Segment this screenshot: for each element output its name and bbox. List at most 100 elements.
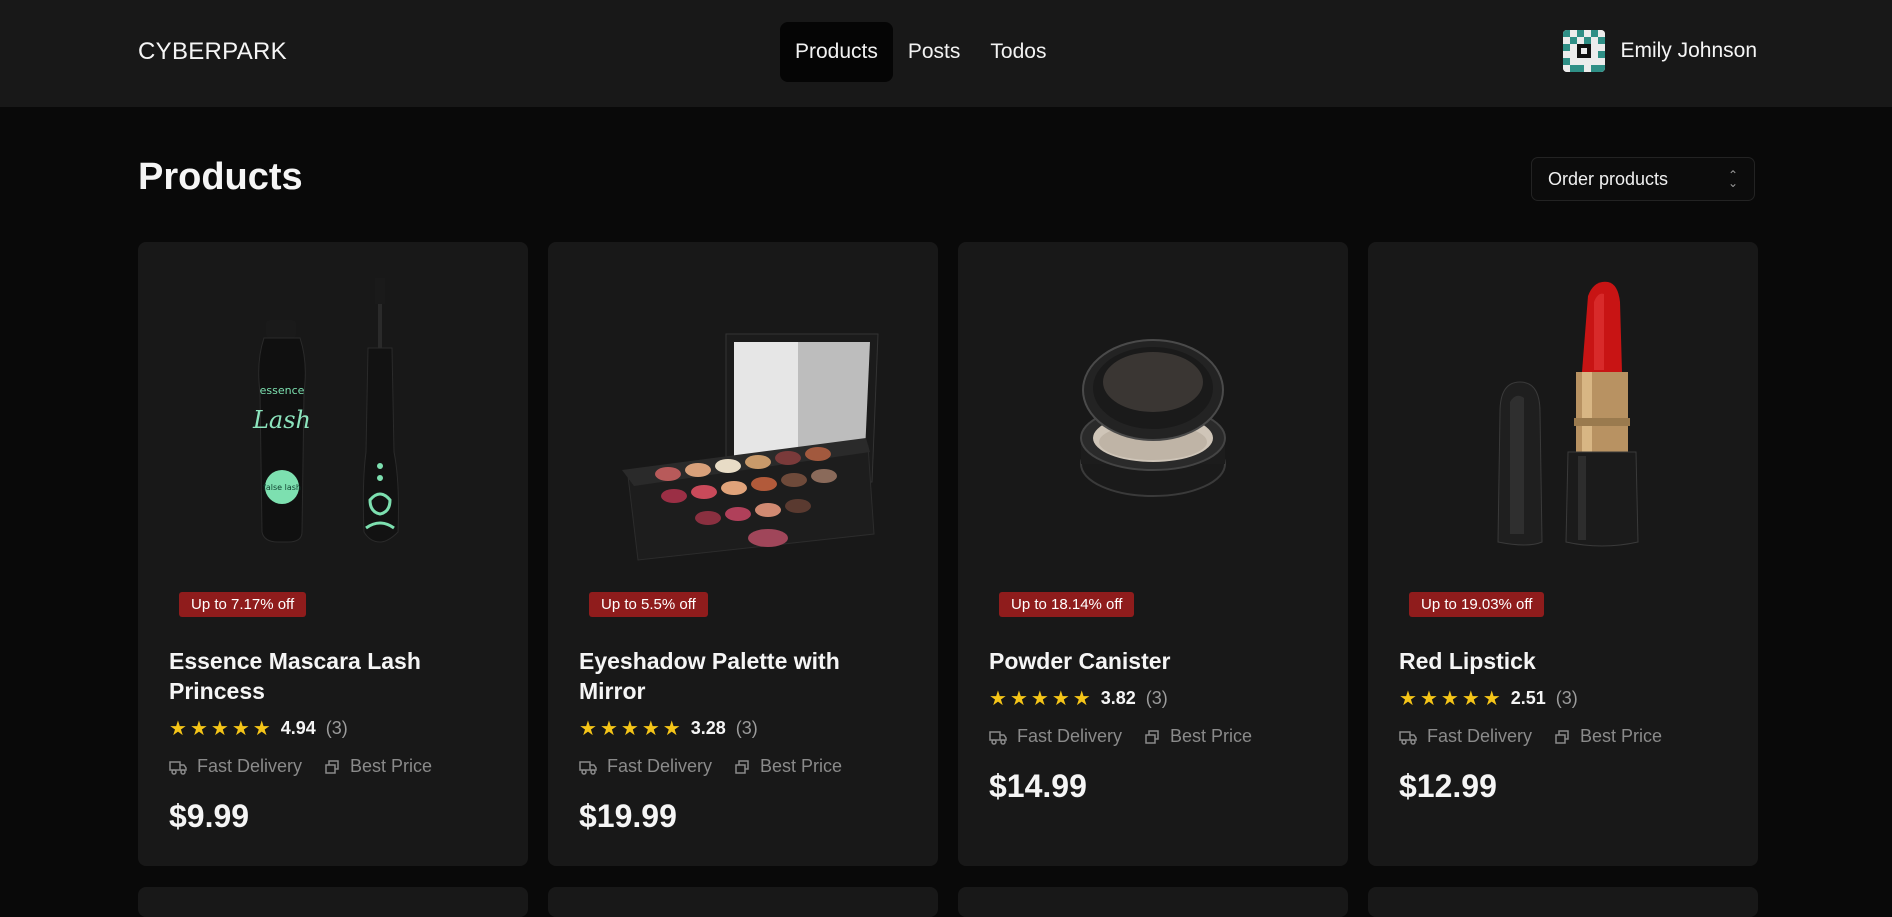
top-navbar: CYBERPARK Products Posts Todos Emily Joh… xyxy=(0,0,1892,107)
svg-text:essence: essence xyxy=(260,384,305,397)
rating-row: ★ ★ ★ ★ ★ 2.51 (3) xyxy=(1399,688,1578,709)
product-image-lipstick[interactable] xyxy=(1368,242,1758,572)
main-nav: Products Posts Todos xyxy=(780,22,1061,82)
feature-label: Fast Delivery xyxy=(1017,726,1123,746)
feature-label: Fast Delivery xyxy=(607,756,713,776)
rating-row: ★ ★ ★ ★ ★ 3.82 (3) xyxy=(989,688,1168,709)
feature-fast-delivery: Fast Delivery xyxy=(169,756,302,777)
avatar[interactable] xyxy=(1563,30,1606,72)
price-tag-icon xyxy=(1555,729,1569,744)
star-icon: ★ xyxy=(1461,687,1480,710)
price-tag-icon xyxy=(325,759,339,774)
product-title[interactable]: Powder Canister xyxy=(989,646,1319,676)
order-select-label: Order products xyxy=(1548,168,1669,189)
discount-badge: Up to 19.03% off xyxy=(1409,592,1545,617)
star-icon: ★ xyxy=(1399,687,1417,710)
feature-label: Best Price xyxy=(350,756,433,776)
product-price: $14.99 xyxy=(989,768,1087,804)
star-icon: ★ xyxy=(1030,687,1049,710)
nav-todos[interactable]: Todos xyxy=(975,22,1061,82)
star-icon: ★ xyxy=(641,717,660,740)
product-card[interactable]: essence Lash false lash Up to 7.17% off … xyxy=(138,242,528,866)
star-icon: ★ xyxy=(1419,687,1438,710)
product-price: $19.99 xyxy=(579,798,677,834)
product-image-mascara[interactable]: essence Lash false lash xyxy=(138,242,528,572)
product-card[interactable]: Up to 18.14% off Powder Canister ★ ★ ★ ★ ★ 3… xyxy=(958,242,1348,866)
star-icon: ★ xyxy=(1051,687,1070,710)
star-icon: ★ xyxy=(1440,687,1459,710)
price-tag-icon xyxy=(735,759,749,774)
feature-best-price: Best Price xyxy=(1554,726,1662,747)
star-icon: ★ xyxy=(579,717,597,740)
feature-best-price: Best Price xyxy=(734,756,842,777)
product-title[interactable]: Essence Mascara Lash Princess xyxy=(169,646,499,706)
review-count: (3) xyxy=(1555,688,1578,708)
product-title[interactable]: Eyeshadow Palette with Mirror xyxy=(579,646,909,706)
product-price: $12.99 xyxy=(1399,768,1497,804)
star-icon: ★ xyxy=(599,717,618,740)
user-name[interactable]: Emily Johnson xyxy=(1620,39,1757,63)
feature-fast-delivery: Fast Delivery xyxy=(1399,726,1532,747)
truck-icon xyxy=(579,760,597,775)
star-icon: ★ xyxy=(620,717,639,740)
product-card[interactable]: Up to 5.5% off Eyeshadow Palette with Mi… xyxy=(548,242,938,866)
star-icon: ★ xyxy=(989,687,1007,710)
rating-value: 4.94 xyxy=(280,718,316,738)
discount-badge: Up to 5.5% off xyxy=(589,592,708,617)
discount-badge: Up to 7.17% off xyxy=(179,592,307,617)
truck-icon xyxy=(169,760,187,775)
product-features: Fast Delivery Best Price xyxy=(169,756,432,777)
brand-logo[interactable]: CYBERPARK xyxy=(138,38,287,66)
review-count: (3) xyxy=(1145,688,1168,708)
feature-fast-delivery: Fast Delivery xyxy=(579,756,712,777)
star-rating: ★ ★ ★ ★ ★ xyxy=(579,719,681,739)
star-icon: ★ xyxy=(252,717,271,740)
star-icon: ★ xyxy=(1482,687,1501,710)
product-features: Fast Delivery Best Price xyxy=(579,756,842,777)
star-icon: ★ xyxy=(210,717,229,740)
user-menu[interactable]: Emily Johnson xyxy=(1563,30,1757,72)
star-icon: ★ xyxy=(1072,687,1091,710)
star-icon: ★ xyxy=(231,717,250,740)
truck-icon xyxy=(989,730,1007,745)
star-icon: ★ xyxy=(662,717,681,740)
nav-products[interactable]: Products xyxy=(780,22,893,82)
rating-value: 3.82 xyxy=(1100,688,1136,708)
rating-value: 3.28 xyxy=(690,718,726,738)
feature-best-price: Best Price xyxy=(324,756,432,777)
star-icon: ★ xyxy=(189,717,208,740)
product-card-peek xyxy=(548,887,938,917)
product-card-peek xyxy=(958,887,1348,917)
feature-label: Best Price xyxy=(760,756,843,776)
product-image-powder-compact[interactable] xyxy=(958,242,1348,572)
feature-label: Fast Delivery xyxy=(1427,726,1533,746)
page-title: Products xyxy=(138,156,303,198)
product-card-peek xyxy=(138,887,528,917)
star-rating: ★ ★ ★ ★ ★ xyxy=(1399,689,1501,709)
svg-text:Lash: Lash xyxy=(252,406,311,434)
product-title[interactable]: Red Lipstick xyxy=(1399,646,1729,676)
feature-label: Best Price xyxy=(1170,726,1253,746)
product-price: $9.99 xyxy=(169,798,250,834)
nav-posts[interactable]: Posts xyxy=(893,22,976,82)
truck-icon xyxy=(1399,730,1417,745)
feature-best-price: Best Price xyxy=(1144,726,1252,747)
review-count: (3) xyxy=(735,718,758,738)
product-card-peek xyxy=(1368,887,1758,917)
rating-value: 2.51 xyxy=(1510,688,1546,708)
feature-label: Fast Delivery xyxy=(197,756,303,776)
star-icon: ★ xyxy=(1009,687,1028,710)
feature-fast-delivery: Fast Delivery xyxy=(989,726,1122,747)
rating-row: ★ ★ ★ ★ ★ 3.28 (3) xyxy=(579,718,758,739)
product-features: Fast Delivery Best Price xyxy=(1399,726,1662,747)
discount-badge: Up to 18.14% off xyxy=(999,592,1135,617)
order-products-select[interactable]: Order products ⌃ ⌄ xyxy=(1531,157,1755,201)
product-card[interactable]: Up to 19.03% off Red Lipstick ★ ★ ★ ★ ★ 2.51… xyxy=(1368,242,1758,866)
rating-row: ★ ★ ★ ★ ★ 4.94 (3) xyxy=(169,718,348,739)
price-tag-icon xyxy=(1145,729,1159,744)
review-count: (3) xyxy=(325,718,348,738)
feature-label: Best Price xyxy=(1580,726,1663,746)
product-features: Fast Delivery Best Price xyxy=(989,726,1252,747)
product-image-eyeshadow-palette[interactable] xyxy=(548,242,938,572)
star-rating: ★ ★ ★ ★ ★ xyxy=(169,719,271,739)
